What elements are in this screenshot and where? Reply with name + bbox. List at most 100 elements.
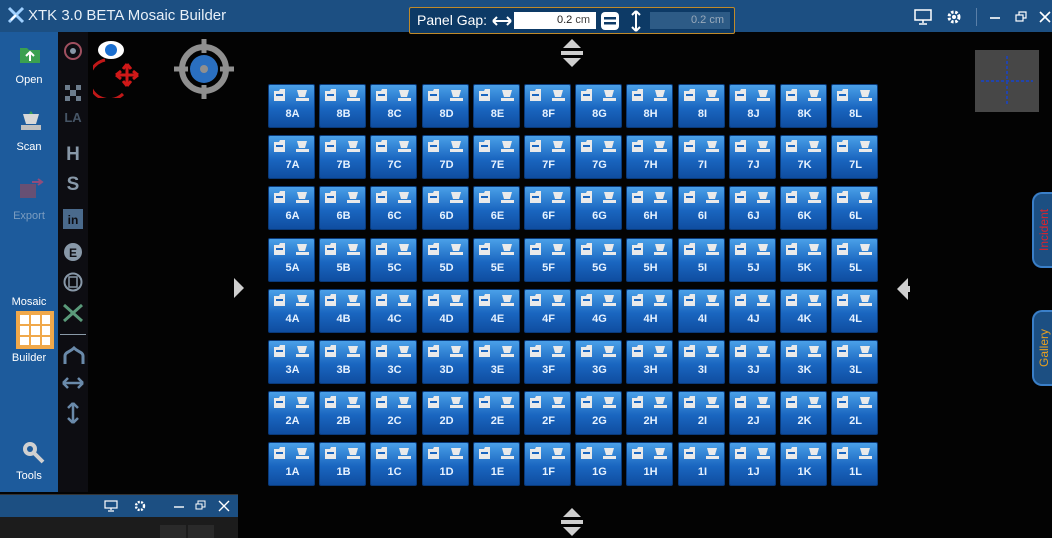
tile-actions-icon[interactable]: [478, 242, 516, 256]
tile-actions-icon[interactable]: [375, 190, 413, 204]
tile-actions-icon[interactable]: [836, 446, 874, 460]
close-icon[interactable]: [1038, 10, 1052, 24]
mosaic-tile[interactable]: 1I: [678, 442, 725, 486]
mosaic-tile[interactable]: 4H: [626, 289, 673, 333]
open-folder-icon[interactable]: [19, 44, 41, 64]
mosaic-tile[interactable]: 1E: [473, 442, 520, 486]
mosaic-tile[interactable]: 2L: [831, 391, 878, 435]
in-icon[interactable]: in: [63, 209, 83, 229]
tile-actions-icon[interactable]: [836, 344, 874, 358]
tile-actions-icon[interactable]: [836, 293, 874, 307]
tile-actions-icon[interactable]: [734, 190, 772, 204]
minimap-navigator[interactable]: [975, 50, 1039, 112]
tile-actions-icon[interactable]: [631, 344, 669, 358]
tile-actions-icon[interactable]: [478, 293, 516, 307]
mosaic-tile[interactable]: 4I: [678, 289, 725, 333]
tile-actions-icon[interactable]: [427, 446, 465, 460]
tile-actions-icon[interactable]: [683, 139, 721, 153]
mosaic-tile[interactable]: 6E: [473, 186, 520, 230]
view-rotate-tool-icon[interactable]: [93, 38, 159, 98]
monitor-icon[interactable]: [914, 9, 932, 25]
tile-actions-icon[interactable]: [529, 190, 567, 204]
tile-actions-icon[interactable]: [478, 88, 516, 102]
mosaic-tile[interactable]: 6G: [575, 186, 622, 230]
vertical-gap-input[interactable]: 0.2 cm: [650, 12, 730, 29]
tile-actions-icon[interactable]: [836, 139, 874, 153]
mosaic-tile[interactable]: 5J: [729, 238, 776, 282]
mosaic-tile[interactable]: 7E: [473, 135, 520, 179]
tile-actions-icon[interactable]: [427, 293, 465, 307]
mosaic-tile[interactable]: 8E: [473, 84, 520, 128]
tile-actions-icon[interactable]: [734, 88, 772, 102]
scan-label[interactable]: Scan: [0, 141, 58, 153]
tile-actions-icon[interactable]: [785, 395, 823, 409]
mosaic-tile[interactable]: 3C: [370, 340, 417, 384]
tile-actions-icon[interactable]: [529, 344, 567, 358]
mosaic-tile[interactable]: 4K: [780, 289, 827, 333]
move-up-handle-icon[interactable]: [557, 38, 587, 68]
mosaic-tile[interactable]: 2F: [524, 391, 571, 435]
tile-actions-icon[interactable]: [427, 139, 465, 153]
tile-actions-icon[interactable]: [683, 395, 721, 409]
mosaic-tile[interactable]: 7C: [370, 135, 417, 179]
tile-actions-icon[interactable]: [734, 242, 772, 256]
tile-actions-icon[interactable]: [478, 190, 516, 204]
mini-close-icon[interactable]: [218, 500, 230, 512]
mosaic-tile[interactable]: 7D: [422, 135, 469, 179]
mosaic-tile[interactable]: 5G: [575, 238, 622, 282]
mosaic-tile[interactable]: 1G: [575, 442, 622, 486]
tile-actions-icon[interactable]: [785, 88, 823, 102]
mosaic-tile[interactable]: 2K: [780, 391, 827, 435]
tile-actions-icon[interactable]: [324, 395, 362, 409]
mosaic-tile[interactable]: 5F: [524, 238, 571, 282]
tile-actions-icon[interactable]: [631, 190, 669, 204]
tile-actions-icon[interactable]: [734, 446, 772, 460]
tile-actions-icon[interactable]: [631, 395, 669, 409]
mosaic-tile[interactable]: 2G: [575, 391, 622, 435]
camera-dial-icon[interactable]: [62, 40, 84, 62]
stack-icon[interactable]: [63, 272, 83, 292]
mosaic-tile[interactable]: 5D: [422, 238, 469, 282]
mosaic-tile[interactable]: 1D: [422, 442, 469, 486]
horizontal-gap-input[interactable]: 0.2 cm: [514, 12, 596, 29]
tile-actions-icon[interactable]: [529, 88, 567, 102]
tile-actions-icon[interactable]: [580, 190, 618, 204]
mosaic-tile[interactable]: 1J: [729, 442, 776, 486]
mosaic-tile[interactable]: 5I: [678, 238, 725, 282]
tile-actions-icon[interactable]: [375, 242, 413, 256]
mosaic-tile[interactable]: 3F: [524, 340, 571, 384]
mosaic-tile[interactable]: 8G: [575, 84, 622, 128]
tile-actions-icon[interactable]: [375, 139, 413, 153]
mosaic-tile[interactable]: 1B: [319, 442, 366, 486]
mosaic-tile[interactable]: 7I: [678, 135, 725, 179]
mosaic-tile[interactable]: 6J: [729, 186, 776, 230]
tile-actions-icon[interactable]: [631, 88, 669, 102]
tile-actions-icon[interactable]: [580, 395, 618, 409]
mosaic-tile[interactable]: 3I: [678, 340, 725, 384]
mosaic-tile[interactable]: 6H: [626, 186, 673, 230]
tile-actions-icon[interactable]: [785, 446, 823, 460]
mosaic-tile[interactable]: 3J: [729, 340, 776, 384]
tile-actions-icon[interactable]: [427, 242, 465, 256]
tile-actions-icon[interactable]: [683, 446, 721, 460]
tile-actions-icon[interactable]: [734, 344, 772, 358]
x-shuffle-icon[interactable]: [62, 302, 84, 324]
gear-icon[interactable]: [945, 8, 963, 26]
h-icon[interactable]: H: [62, 144, 84, 166]
tile-actions-icon[interactable]: [324, 190, 362, 204]
link-gaps-icon[interactable]: [600, 11, 620, 31]
mosaic-tile[interactable]: 4D: [422, 289, 469, 333]
mosaic-tile[interactable]: 3B: [319, 340, 366, 384]
tile-actions-icon[interactable]: [427, 395, 465, 409]
tile-actions-icon[interactable]: [785, 190, 823, 204]
tile-actions-icon[interactable]: [836, 242, 874, 256]
mosaic-tile[interactable]: 8I: [678, 84, 725, 128]
tile-actions-icon[interactable]: [273, 190, 311, 204]
mosaic-tile[interactable]: 6K: [780, 186, 827, 230]
tile-actions-icon[interactable]: [734, 139, 772, 153]
mosaic-tile[interactable]: 6C: [370, 186, 417, 230]
tile-actions-icon[interactable]: [785, 344, 823, 358]
scan-icon[interactable]: [19, 110, 43, 132]
tile-actions-icon[interactable]: [836, 190, 874, 204]
tile-actions-icon[interactable]: [375, 88, 413, 102]
